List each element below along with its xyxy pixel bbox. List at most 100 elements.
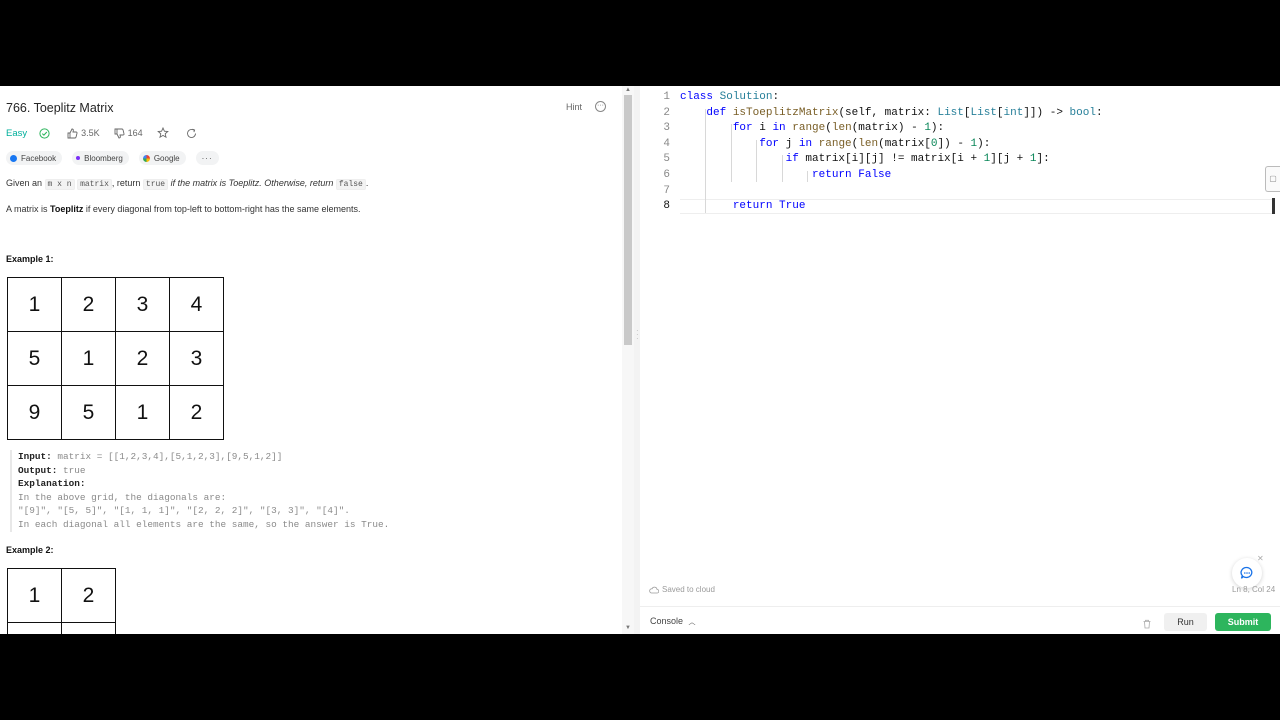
inline-code: m x n [44,179,75,190]
inline-code: true [142,179,169,190]
grid-cell: 5 [61,385,116,440]
example-1-title: Example 1: [6,254,54,264]
trash-icon[interactable] [1142,616,1152,634]
code-line[interactable]: def isToeplitzMatrix(self, matrix: List[… [680,106,1102,122]
desc-italic: if the matrix is Toeplitz. Otherwise, re… [170,178,336,188]
tag-label: Google [153,153,180,163]
favorite-star-icon[interactable] [156,127,172,139]
grid-cell: 2 [115,331,170,386]
grid-cell: 1 [61,331,116,386]
desc-bold: Toeplitz [50,204,84,214]
code-line[interactable]: class Solution: [680,90,1103,106]
description-paragraph-1: Given an m x n matrix, return true if th… [6,178,369,190]
grid-cell: 1 [115,385,170,440]
line-number: 2 [663,106,670,119]
grid-cell: 2 [169,385,224,440]
line-number: 1 [663,91,670,103]
saved-status: Saved to cloud [649,585,715,594]
app-window: 766. Toeplitz Matrix Hint ··· Easy 3.5K … [0,86,1280,634]
description-paragraph-2: A matrix is Toeplitz if every diagonal f… [6,204,360,214]
description-scrollbar[interactable]: ▲ ▼ [622,86,634,634]
grid-cell [61,622,116,634]
likes-count: 3.5K [81,128,100,138]
company-tags: Facebook Bloomberg Google ··· [6,151,229,165]
thumbs-up-icon [67,128,78,138]
console-toggle[interactable]: Console ︿ [650,616,696,627]
desc-text: . [365,178,369,188]
grid-cell [7,622,62,634]
desc-text: Given an [6,178,45,188]
desc-text: A matrix is [6,204,51,214]
line-number: 7 [663,184,670,197]
grid-cell: 4 [169,277,224,332]
code-editor[interactable]: 1 2 3 4 5 6 7 8 class Solution: def isTo… [640,86,1280,602]
tag-bloomberg[interactable]: Bloomberg [72,151,129,165]
code-line[interactable]: if matrix[i][j] != matrix[i + 1][j + 1]: [680,152,1103,168]
explanation-line: In the above grid, the diagonals are: [18,491,227,503]
example-1-io: Input: matrix = [[1,2,3,4],[5,1,2,3],[9,… [10,450,389,532]
tag-google[interactable]: Google [138,151,186,165]
grid-cell: 9 [7,385,62,440]
console-label: Console [650,616,684,626]
tag-facebook[interactable]: Facebook [6,151,63,165]
code-lines[interactable]: class Solution: def isToeplitzMatrix(sel… [680,90,1103,215]
tag-label: Facebook [21,153,57,163]
submit-button[interactable]: Submit [1215,613,1271,631]
code-line[interactable]: for j in range(len(matrix[0]) - 1): [680,137,1103,153]
input-label: Input: [18,451,52,462]
editor-scroll-marker [1272,198,1275,214]
problem-meta: Easy 3.5K 164 [6,126,214,140]
more-options-icon[interactable]: ··· [595,101,606,112]
desc-text: , return [111,178,143,188]
line-number: 8 [663,200,670,213]
line-number: 3 [663,122,670,135]
inline-code: false [335,179,366,190]
scrollbar-thumb[interactable] [624,95,632,345]
difficulty-label: Easy [6,127,28,139]
grid-cell: 5 [7,331,62,386]
close-icon[interactable]: ✕ [1257,554,1264,563]
grid-cell: 3 [115,277,170,332]
inline-code: matrix [77,179,112,190]
run-button[interactable]: Run [1164,613,1207,631]
chevron-up-icon: ︿ [688,619,696,626]
dislikes-count: 164 [127,128,143,138]
facebook-icon [10,154,17,162]
input-value: matrix = [[1,2,3,4],[5,1,2,3],[9,5,1,2]] [51,451,283,462]
code-line[interactable]: for i in range(len(matrix) - 1): [680,121,1103,137]
cloud-icon [649,586,659,593]
grid-cell: 3 [169,331,224,386]
chat-button[interactable] [1232,558,1262,588]
bottom-action-bar: Console ︿ Run Submit [640,606,1280,634]
scroll-down-icon[interactable]: ▼ [625,625,631,631]
dislike-button[interactable]: 164 [114,128,143,139]
line-number: 4 [663,137,670,150]
code-line[interactable]: return False [680,168,1103,184]
like-button[interactable]: 3.5K [67,128,100,139]
code-line[interactable]: return True [680,199,1103,215]
hint-button[interactable]: Hint [566,102,582,112]
solved-check-icon [39,127,53,139]
scroll-up-icon[interactable]: ▲ [625,87,631,93]
saved-label: Saved to cloud [662,585,715,594]
cursor-position: Ln 8, Col 24 [1232,585,1276,594]
drag-handle-icon[interactable]: · · · [636,327,639,343]
output-value: true [57,464,86,476]
grid-cell: 1 [7,568,62,623]
line-number: 6 [663,168,670,181]
problem-title: 766. Toeplitz Matrix [6,101,114,115]
more-tags-button[interactable]: ··· [195,151,219,165]
output-label: Output: [18,464,58,476]
chat-icon [1240,566,1253,579]
explanation-label: Explanation: [18,478,86,490]
tag-label: Bloomberg [84,153,123,163]
explanation-line: In each diagonal all elements are the sa… [18,518,390,530]
line-numbers: 1 2 3 4 5 6 7 8 [640,90,670,215]
code-line[interactable] [680,184,1103,200]
share-icon[interactable] [186,128,200,139]
side-panel-tab[interactable]: ▢ [1265,166,1280,192]
example-1-grid: 1 2 3 4 5 1 2 3 9 5 1 2 [7,277,224,440]
bloomberg-icon [76,156,81,160]
problem-panel: 766. Toeplitz Matrix Hint ··· Easy 3.5K … [0,86,622,634]
desc-text: if every diagonal from top-left to botto… [83,204,361,214]
